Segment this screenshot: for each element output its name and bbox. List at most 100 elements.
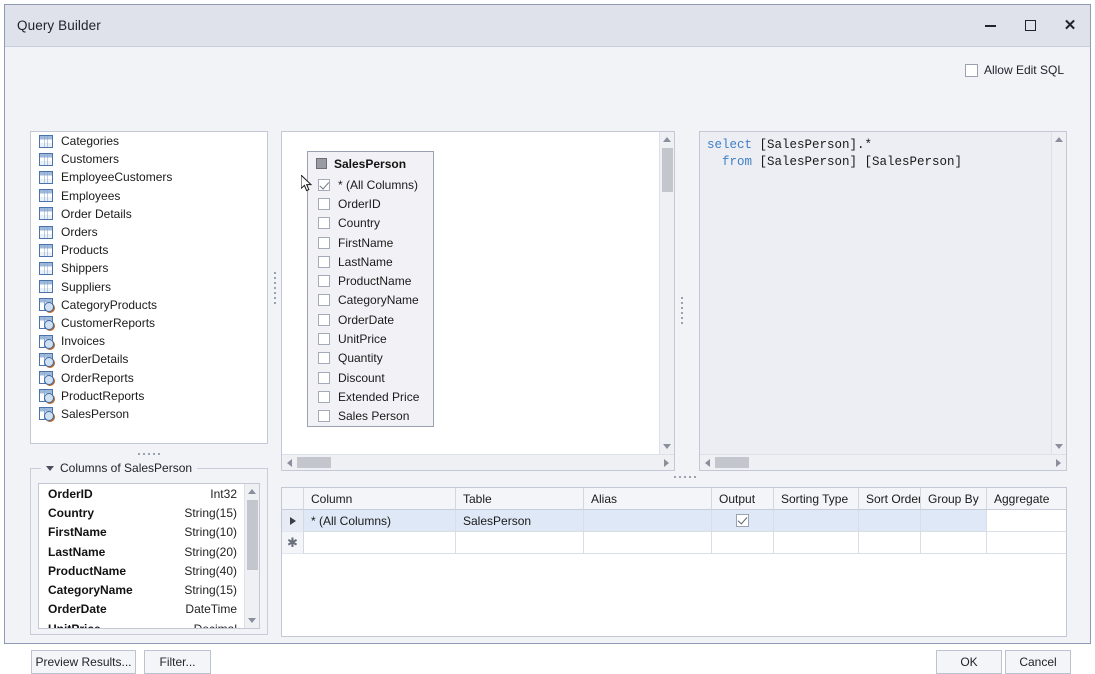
grid-cell-table[interactable]: SalesPerson <box>456 510 584 532</box>
object-list-item[interactable]: ProductReports <box>31 387 267 405</box>
diagram-field-row[interactable]: CategoryName <box>308 291 433 310</box>
field-checkbox[interactable] <box>318 236 330 249</box>
column-info-row[interactable]: FirstName String(10) <box>39 523 244 542</box>
grid-cell-sort-order[interactable] <box>859 510 921 532</box>
field-checkbox[interactable] <box>318 178 330 191</box>
grid-cell-alias[interactable] <box>584 510 712 532</box>
vertical-splitter-middle[interactable] <box>675 292 689 328</box>
cancel-button[interactable]: Cancel <box>1005 650 1071 674</box>
scroll-down-icon[interactable] <box>245 613 260 628</box>
diagram-canvas[interactable]: SalesPerson * (All Columns) OrderID Countr… <box>282 132 659 454</box>
chevron-down-icon[interactable] <box>46 465 54 471</box>
allow-edit-sql-row[interactable]: Allow Edit SQL <box>964 63 1064 77</box>
object-list-item[interactable]: CategoryProducts <box>31 296 267 314</box>
scrollbar-thumb[interactable] <box>246 500 258 570</box>
field-checkbox[interactable] <box>318 390 330 403</box>
object-list-item[interactable]: Categories <box>31 132 267 150</box>
column-info-row[interactable]: CategoryName String(15) <box>39 580 244 599</box>
database-object-list[interactable]: Categories Customers EmployeeCustomers Empl… <box>30 131 268 444</box>
grid-column-header[interactable]: Alias <box>584 488 712 510</box>
grid-cell-aggregate[interactable] <box>987 510 1066 532</box>
scroll-right-icon[interactable] <box>1051 455 1066 470</box>
vertical-splitter-left[interactable] <box>268 131 281 444</box>
maximize-button[interactable] <box>1010 5 1050 46</box>
horizontal-splitter-left[interactable] <box>30 447 268 461</box>
field-checkbox[interactable] <box>318 410 330 423</box>
minimize-button[interactable] <box>970 5 1010 46</box>
row-selector-indicator[interactable] <box>282 510 304 532</box>
grid-column-header[interactable]: Sort Order <box>859 488 921 510</box>
preview-results-button[interactable]: Preview Results... <box>31 650 136 674</box>
diagram-field-row[interactable]: Discount <box>308 368 433 387</box>
object-list-item[interactable]: Order Details <box>31 205 267 223</box>
grid-row[interactable]: * (All Columns) SalesPerson <box>282 510 1066 532</box>
grid-row[interactable]: ✱ <box>282 532 1066 554</box>
grid-column-header[interactable]: Group By <box>921 488 987 510</box>
grid-cell-column[interactable]: * (All Columns) <box>304 510 456 532</box>
grid-cell-group-by[interactable] <box>921 510 987 532</box>
diagram-field-row[interactable]: LastName <box>308 252 433 271</box>
column-info-row[interactable]: Country String(15) <box>39 503 244 522</box>
horizontal-splitter-grid[interactable] <box>665 471 705 483</box>
close-button[interactable]: ✕ <box>1050 5 1090 46</box>
diagram-field-row[interactable]: FirstName <box>308 233 433 252</box>
columns-group-caption[interactable]: Columns of SalesPerson <box>41 461 198 475</box>
scroll-down-icon[interactable] <box>1052 439 1067 454</box>
scrollbar-thumb[interactable] <box>715 457 749 468</box>
diagram-field-row[interactable]: OrderID <box>308 194 433 213</box>
object-list-item[interactable]: EmployeeCustomers <box>31 168 267 186</box>
grid-cell-output[interactable] <box>712 532 774 554</box>
column-info-row[interactable]: OrderDate DateTime <box>39 600 244 619</box>
sql-text[interactable]: select [SalesPerson].* from [SalesPerson… <box>700 132 1051 454</box>
column-info-row[interactable]: ProductName String(40) <box>39 561 244 580</box>
new-row-indicator[interactable]: ✱ <box>282 532 304 554</box>
sql-preview-pane[interactable]: select [SalesPerson].* from [SalesPerson… <box>699 131 1067 471</box>
object-list-item[interactable]: Orders <box>31 223 267 241</box>
grid-column-header[interactable]: Table <box>456 488 584 510</box>
diagram-field-row[interactable]: OrderDate <box>308 310 433 329</box>
field-checkbox[interactable] <box>318 255 330 268</box>
grid-cell-sort-order[interactable] <box>859 532 921 554</box>
field-checkbox[interactable] <box>318 352 330 365</box>
scroll-up-icon[interactable] <box>1052 132 1067 147</box>
object-list-item[interactable]: Products <box>31 241 267 259</box>
scroll-up-icon[interactable] <box>245 484 260 499</box>
object-list-item[interactable]: SalesPerson <box>31 405 267 423</box>
column-info-row[interactable]: UnitPrice Decimal <box>39 619 244 628</box>
grid-cell-alias[interactable] <box>584 532 712 554</box>
field-checkbox[interactable] <box>318 333 330 346</box>
grid-cell-table[interactable] <box>456 532 584 554</box>
diagram-field-row[interactable]: Country <box>308 214 433 233</box>
field-checkbox[interactable] <box>318 294 330 307</box>
diagram-table-header[interactable]: SalesPerson <box>308 152 433 175</box>
field-checkbox[interactable] <box>318 197 330 210</box>
scroll-left-icon[interactable] <box>700 455 715 470</box>
grid-column-header[interactable]: Sorting Type <box>774 488 859 510</box>
diagram-table-salesperson[interactable]: SalesPerson * (All Columns) OrderID Countr… <box>307 151 434 427</box>
object-list-item[interactable]: Employees <box>31 187 267 205</box>
column-info-row[interactable]: LastName String(20) <box>39 542 244 561</box>
diagram-pane[interactable]: SalesPerson * (All Columns) OrderID Countr… <box>281 131 675 471</box>
object-list-item[interactable]: Suppliers <box>31 278 267 296</box>
field-checkbox[interactable] <box>318 371 330 384</box>
diagram-field-row[interactable]: UnitPrice <box>308 329 433 348</box>
grid-cell-aggregate[interactable] <box>987 532 1066 554</box>
diagram-field-row[interactable]: * (All Columns) <box>308 175 433 194</box>
grid-column-header[interactable]: Column <box>304 488 456 510</box>
diagram-vertical-scrollbar[interactable] <box>659 132 674 454</box>
allow-edit-sql-checkbox[interactable] <box>964 63 978 77</box>
diagram-field-row[interactable]: Sales Person <box>308 407 433 426</box>
grid-column-header[interactable]: Output <box>712 488 774 510</box>
diagram-field-row[interactable]: Quantity <box>308 349 433 368</box>
object-list-item[interactable]: Invoices <box>31 332 267 350</box>
grid-cell-sorting-type[interactable] <box>774 510 859 532</box>
object-list-item[interactable]: Shippers <box>31 259 267 277</box>
filter-button[interactable]: Filter... <box>144 650 211 674</box>
scrollbar-thumb[interactable] <box>297 457 331 468</box>
column-info-row[interactable]: OrderID Int32 <box>39 484 244 503</box>
grid-cell-column[interactable] <box>304 532 456 554</box>
field-checkbox[interactable] <box>318 275 330 288</box>
columns-list-scrollbar[interactable] <box>244 484 259 628</box>
grid-cell-output[interactable] <box>712 510 774 532</box>
grid-cell-sorting-type[interactable] <box>774 532 859 554</box>
